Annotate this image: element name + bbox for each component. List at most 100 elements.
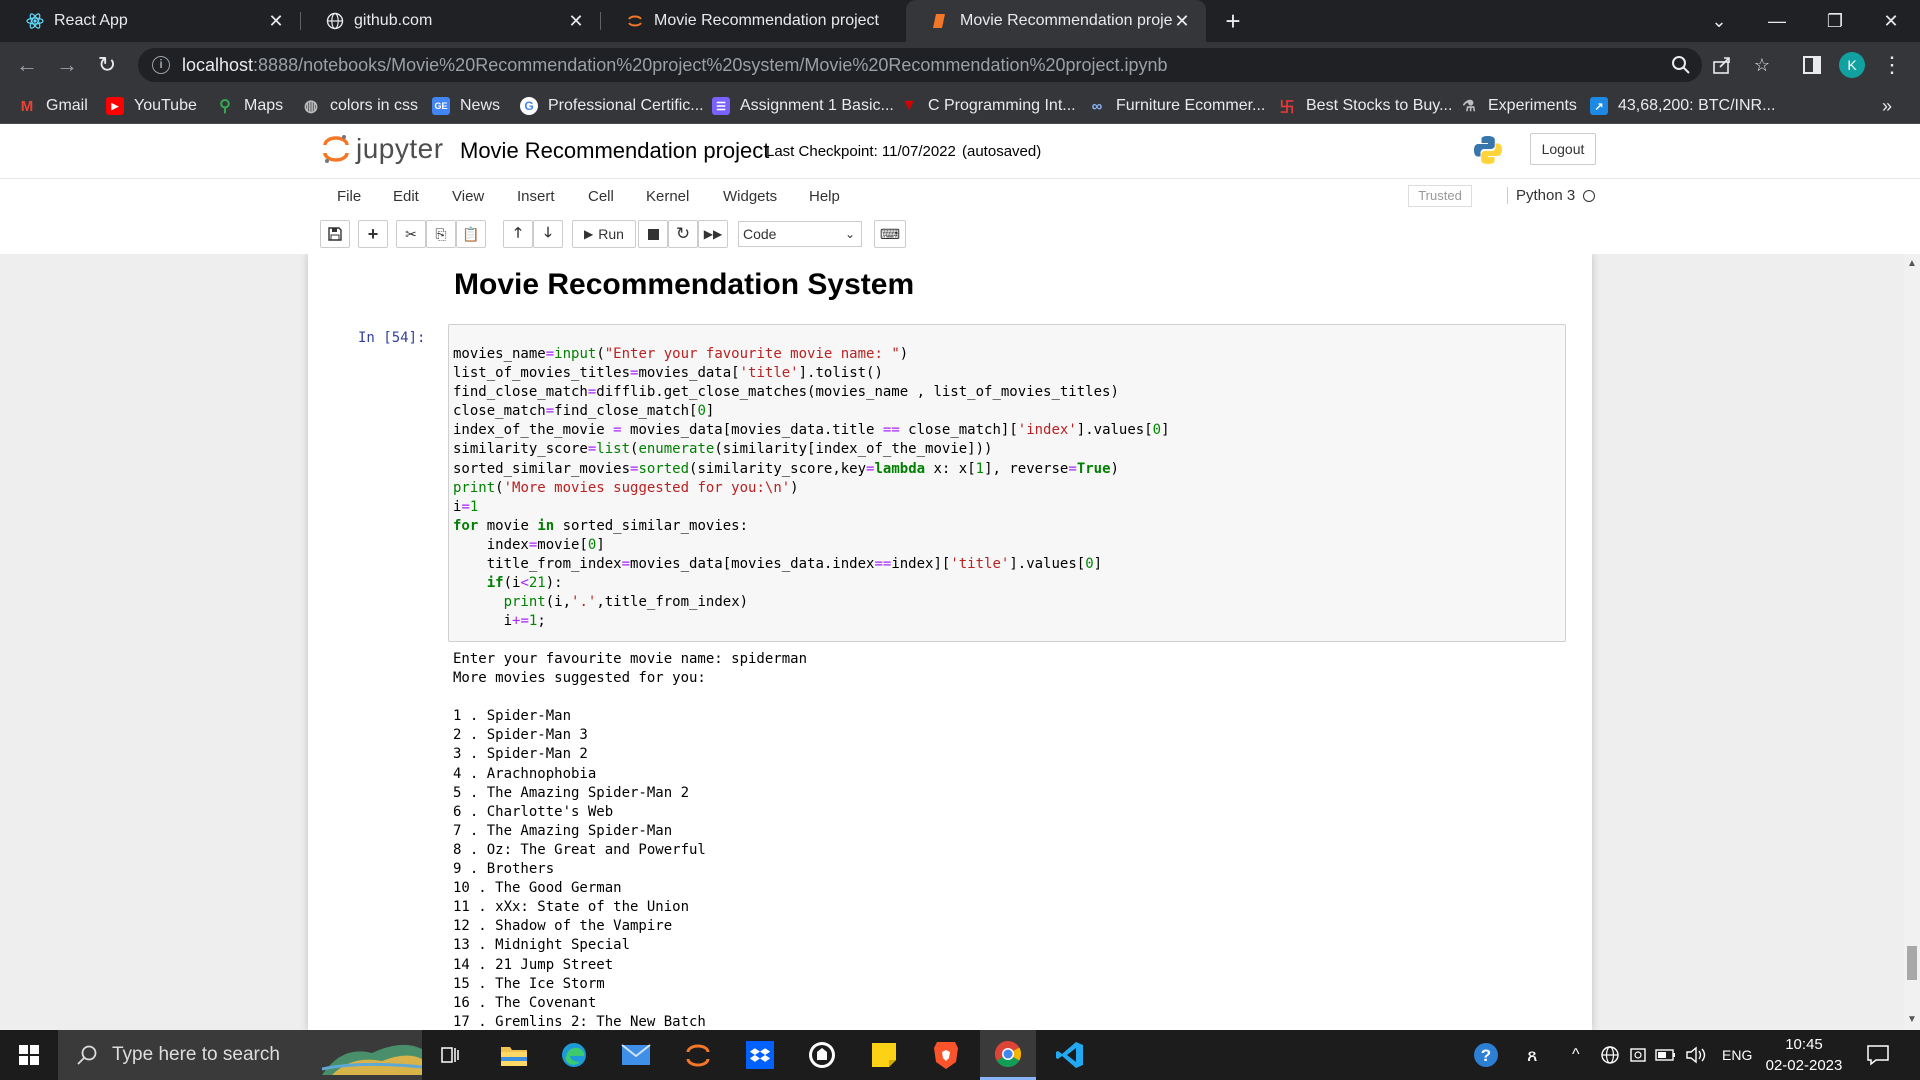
profile-avatar[interactable]: K: [1839, 52, 1865, 78]
chrome-icon[interactable]: [980, 1030, 1036, 1080]
bookmark-star-icon[interactable]: ☆: [1749, 52, 1775, 78]
help-icon[interactable]: ?: [1472, 1030, 1500, 1080]
menu-view[interactable]: View: [452, 188, 484, 205]
restart-button[interactable]: ↻: [668, 220, 698, 248]
menu-insert[interactable]: Insert: [517, 188, 555, 205]
cell-type-select[interactable]: Code ⌄: [738, 221, 862, 247]
menu-edit[interactable]: Edit: [393, 188, 419, 205]
menu-help[interactable]: Help: [809, 188, 840, 205]
close-icon[interactable]: ✕: [1172, 11, 1192, 32]
url-path: :8888/notebooks/Movie%20Recommendation%2…: [253, 54, 1168, 75]
menu-widgets[interactable]: Widgets: [723, 188, 777, 205]
bookmark-furniture[interactable]: ∞ Furniture Ecommer...: [1088, 88, 1266, 124]
vertical-scrollbar[interactable]: ▲ ▼: [1904, 254, 1920, 1030]
restart-run-all-button[interactable]: ▶▶: [698, 220, 728, 248]
bookmark-experiments[interactable]: ⚗ Experiments: [1460, 88, 1577, 124]
battery-icon[interactable]: [1655, 1030, 1677, 1080]
code-cell-editor[interactable]: movies_name=input("Enter your favourite …: [448, 324, 1566, 642]
dropbox-icon[interactable]: [732, 1030, 788, 1080]
menu-cell[interactable]: Cell: [588, 188, 614, 205]
interrupt-button[interactable]: [638, 220, 668, 248]
code-line: similarity_score=list(enumerate(similari…: [453, 441, 993, 458]
bookmark-assignment[interactable]: ☰ Assignment 1 Basic...: [712, 88, 894, 124]
copy-button[interactable]: ⎘: [426, 220, 456, 248]
markdown-heading[interactable]: Movie Recommendation System: [454, 268, 914, 302]
taskbar-search-box[interactable]: Type here to search: [58, 1030, 422, 1080]
site-info-icon[interactable]: i: [152, 56, 170, 74]
vscode-icon[interactable]: [1042, 1030, 1098, 1080]
more-bookmarks-chevron-icon[interactable]: »: [1882, 88, 1892, 124]
jupyter-taskbar-icon[interactable]: [670, 1030, 726, 1080]
notebook-menubar: File Edit View Insert Cell Kernel Widget…: [0, 178, 1920, 214]
scrollbar-thumb[interactable]: [1907, 946, 1917, 980]
move-down-button[interactable]: 🡓: [533, 220, 563, 248]
volume-icon[interactable]: [1685, 1030, 1707, 1080]
bookmark-best-stocks[interactable]: 卐 Best Stocks to Buy...: [1278, 88, 1452, 124]
logout-button[interactable]: Logout: [1530, 133, 1596, 165]
command-palette-button[interactable]: ⌨: [874, 220, 906, 248]
tab-react-app[interactable]: React App ✕: [0, 0, 300, 42]
zoom-icon[interactable]: [1668, 52, 1694, 78]
bookmark-btc-inr[interactable]: ↗ 43,68,200: BTC/INR...: [1590, 88, 1775, 124]
start-button[interactable]: [0, 1030, 58, 1080]
reload-icon[interactable]: ↻: [92, 50, 122, 80]
menu-file[interactable]: File: [337, 188, 361, 205]
save-button[interactable]: [320, 220, 350, 248]
minimize-icon[interactable]: —: [1748, 0, 1806, 42]
more-vertical-icon[interactable]: ⋮: [1879, 52, 1905, 78]
show-hidden-icons-chevron-icon[interactable]: ^: [1572, 1030, 1580, 1080]
bookmark-colors-in-css[interactable]: ◍ colors in css: [302, 88, 418, 124]
bookmark-maps[interactable]: ⚲ Maps: [216, 88, 283, 124]
share-icon[interactable]: [1709, 52, 1735, 78]
back-arrow-icon[interactable]: ←: [12, 50, 42, 80]
address-bar[interactable]: i localhost:8888/notebooks/Movie%20Recom…: [138, 48, 1702, 82]
new-tab-button[interactable]: +: [1218, 6, 1248, 36]
file-explorer-icon[interactable]: [486, 1030, 542, 1080]
tab-github[interactable]: github.com ✕: [300, 0, 600, 42]
insert-cell-button[interactable]: +: [358, 220, 388, 248]
trusted-badge[interactable]: Trusted: [1408, 185, 1472, 207]
people-icon[interactable]: ጸ: [1527, 1030, 1538, 1080]
close-icon[interactable]: ✕: [566, 11, 586, 32]
cell-type-value: Code: [743, 226, 777, 242]
meet-now-icon[interactable]: [1629, 1030, 1647, 1080]
paste-button[interactable]: 📋: [456, 220, 486, 248]
brave-browser-icon[interactable]: [918, 1030, 974, 1080]
arrow-up-icon: 🡑: [514, 224, 522, 240]
input-language[interactable]: ENG: [1722, 1030, 1752, 1080]
notifications-icon[interactable]: [1866, 1030, 1890, 1080]
sticky-notes-icon[interactable]: [856, 1030, 912, 1080]
taskbar-clock[interactable]: 10:45 02-02-2023: [1764, 1034, 1844, 1076]
menu-kernel[interactable]: Kernel: [646, 188, 689, 205]
github-desktop-icon[interactable]: [794, 1030, 850, 1080]
jupyter-logo[interactable]: jupyter: [322, 132, 444, 166]
tab-movie-recommendation-1[interactable]: Movie Recommendation project: [600, 0, 900, 42]
bookmark-youtube[interactable]: ▶ YouTube: [106, 88, 197, 124]
edge-browser-icon[interactable]: [546, 1030, 602, 1080]
output-line: 15 . The Ice Storm: [453, 975, 605, 992]
forward-arrow-icon[interactable]: →: [52, 50, 82, 80]
bookmark-professional-certificate[interactable]: G Professional Certific...: [520, 88, 704, 124]
notebook-title[interactable]: Movie Recommendation project: [460, 138, 769, 164]
mail-icon[interactable]: [608, 1030, 664, 1080]
restore-icon[interactable]: ❐: [1806, 0, 1864, 42]
bookmark-c-programming[interactable]: ▼ C Programming Int...: [900, 88, 1076, 124]
tab-title: Movie Recommendation project: [960, 12, 1172, 29]
side-panel-icon[interactable]: [1799, 52, 1825, 78]
close-icon[interactable]: ✕: [266, 11, 286, 32]
bookmark-gmail[interactable]: M Gmail: [18, 88, 88, 124]
close-window-icon[interactable]: ✕: [1862, 0, 1920, 42]
move-up-button[interactable]: 🡑: [503, 220, 533, 248]
tab-search-chevron-icon[interactable]: ⌄: [1690, 0, 1748, 42]
cut-button[interactable]: ✂: [396, 220, 426, 248]
tab-movie-recommendation-active[interactable]: Movie Recommendation project ✕: [906, 0, 1206, 42]
scroll-up-arrow-icon[interactable]: ▲: [1907, 258, 1917, 269]
scroll-down-arrow-icon[interactable]: ▼: [1907, 1014, 1917, 1025]
network-globe-icon[interactable]: [1600, 1030, 1620, 1080]
bookmark-news[interactable]: GE News: [432, 88, 500, 124]
code-line: find_close_match=difflib.get_close_match…: [453, 384, 1119, 401]
run-button[interactable]: ▶ Run: [572, 220, 636, 248]
task-view-icon[interactable]: [422, 1030, 478, 1080]
arrow-down-icon: 🡓: [544, 224, 552, 240]
